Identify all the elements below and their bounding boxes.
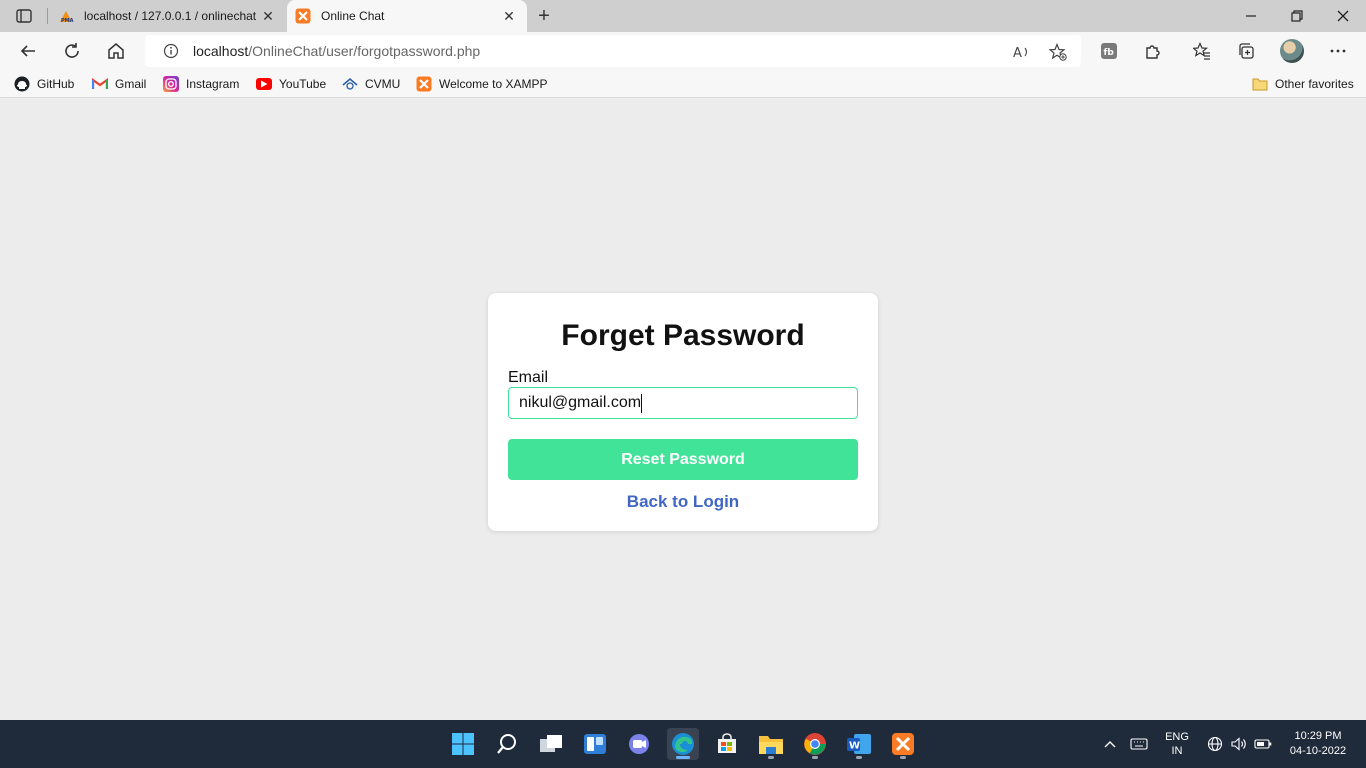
more-menu-icon[interactable] xyxy=(1326,39,1350,63)
new-tab-plus-icon[interactable]: + xyxy=(534,5,554,27)
tab-actions-icon[interactable] xyxy=(12,7,36,25)
refresh-icon[interactable] xyxy=(60,39,84,63)
svg-text:PMA: PMA xyxy=(61,18,74,23)
email-label: Email xyxy=(508,369,549,386)
favorites-icon[interactable] xyxy=(1190,39,1214,63)
bookmark-label: Instagram xyxy=(186,77,240,91)
cvmu-icon xyxy=(342,76,358,92)
github-icon xyxy=(14,76,30,92)
restore-icon[interactable] xyxy=(1274,0,1320,32)
page-content: Forget Password Email Reset Password Bac… xyxy=(0,98,1366,720)
teams-chat-icon[interactable] xyxy=(623,728,655,760)
running-indicator xyxy=(812,756,818,759)
instagram-icon xyxy=(163,76,179,92)
other-favorites[interactable]: Other favorites xyxy=(1252,75,1354,93)
gmail-icon xyxy=(92,76,108,92)
bookmark-youtube[interactable]: YouTube xyxy=(256,75,326,93)
edge-browser-icon[interactable] xyxy=(667,728,699,760)
youtube-icon xyxy=(256,78,272,90)
close-window-icon[interactable] xyxy=(1320,0,1366,32)
bookmarks-bar: GitHub Gmail Instagram YouTube CVMU Welc… xyxy=(0,70,1366,98)
bookmark-github[interactable]: GitHub xyxy=(14,75,74,93)
phpmyadmin-icon: PMA xyxy=(58,8,74,24)
clock-date: 04-10-2022 xyxy=(1289,745,1347,757)
read-aloud-icon[interactable]: A xyxy=(1013,43,1031,61)
xampp-icon xyxy=(416,76,432,92)
collections-icon[interactable] xyxy=(1234,39,1258,63)
email-field[interactable] xyxy=(508,387,858,419)
clock[interactable]: 10:29 PM 04-10-2022 xyxy=(1278,729,1358,759)
search-icon[interactable] xyxy=(491,728,523,760)
url-host: localhost xyxy=(193,43,249,59)
svg-text:fb: fb xyxy=(1104,48,1115,58)
text-caret xyxy=(641,394,642,413)
bookmark-label: Welcome to XAMPP xyxy=(439,77,548,91)
home-icon[interactable] xyxy=(104,39,128,63)
windows-taskbar: W ENG IN 10:29 PM 04-10-2022 xyxy=(0,720,1366,768)
chrome-icon[interactable] xyxy=(799,728,831,760)
tab-online-chat[interactable]: Online Chat ✕ xyxy=(287,0,527,32)
site-info-icon[interactable] xyxy=(163,43,179,59)
widgets-icon[interactable] xyxy=(579,728,611,760)
xampp-icon xyxy=(295,8,311,24)
bookmark-label: Other favorites xyxy=(1275,77,1354,91)
bookmark-cvmu[interactable]: CVMU xyxy=(342,75,400,93)
bookmark-xampp[interactable]: Welcome to XAMPP xyxy=(416,75,547,93)
show-hidden-icons-chevron-up-icon[interactable] xyxy=(1100,720,1120,768)
folder-icon xyxy=(1252,76,1268,92)
bookmark-instagram[interactable]: Instagram xyxy=(163,75,239,93)
tab-title: localhost / 127.0.0.1 / onlinechat xyxy=(84,9,257,23)
close-tab-icon[interactable]: ✕ xyxy=(260,8,276,24)
bookmark-label: YouTube xyxy=(279,77,327,91)
extension-fb-icon[interactable]: fb xyxy=(1097,39,1121,63)
file-explorer-icon[interactable] xyxy=(755,728,787,760)
battery-icon[interactable] xyxy=(1252,720,1274,768)
tab-title: Online Chat xyxy=(321,9,385,23)
start-windows-icon[interactable] xyxy=(447,728,479,760)
page-title: Forget Password xyxy=(561,319,805,352)
forgot-password-card: Forget Password Email Reset Password Bac… xyxy=(488,293,878,531)
add-favorite-icon[interactable] xyxy=(1049,43,1067,61)
running-indicator xyxy=(900,756,906,759)
language-indicator[interactable]: ENG IN xyxy=(1160,720,1194,768)
back-icon[interactable] xyxy=(16,39,40,63)
word-icon[interactable]: W xyxy=(843,728,875,760)
volume-icon[interactable] xyxy=(1228,720,1250,768)
bookmark-label: GitHub xyxy=(37,77,75,91)
clock-time: 10:29 PM xyxy=(1294,730,1342,742)
running-indicator xyxy=(856,756,862,759)
close-tab-icon[interactable]: ✕ xyxy=(501,8,517,24)
extensions-puzzle-icon[interactable] xyxy=(1141,39,1165,63)
bookmark-gmail[interactable]: Gmail xyxy=(92,75,146,93)
keyboard-icon[interactable] xyxy=(1128,720,1150,768)
reset-password-button[interactable]: Reset Password xyxy=(508,439,858,480)
network-globe-icon[interactable] xyxy=(1204,720,1226,768)
tab-separator xyxy=(47,8,48,24)
url-path: /OnlineChat/user/forgotpassword.php xyxy=(248,43,481,59)
svg-text:W: W xyxy=(849,741,860,752)
url-text[interactable]: localhost/OnlineChat/user/forgotpassword… xyxy=(193,43,480,59)
active-indicator xyxy=(676,756,690,759)
address-bar[interactable]: localhost/OnlineChat/user/forgotpassword… xyxy=(145,35,1081,67)
back-to-login-link[interactable]: Back to Login xyxy=(488,492,878,512)
running-indicator xyxy=(768,756,774,759)
profile-avatar[interactable] xyxy=(1280,39,1304,63)
bookmark-label: Gmail xyxy=(115,77,147,91)
language-code: ENG xyxy=(1165,731,1189,743)
tab-strip: PMA localhost / 127.0.0.1 / onlinechat ✕… xyxy=(0,0,1366,32)
task-view-icon[interactable] xyxy=(535,728,567,760)
region-code: IN xyxy=(1171,745,1183,757)
microsoft-store-icon[interactable] xyxy=(711,728,743,760)
minimize-icon[interactable] xyxy=(1228,0,1274,32)
svg-text:A: A xyxy=(1013,46,1022,60)
browser-toolbar: localhost/OnlineChat/user/forgotpassword… xyxy=(0,32,1366,70)
xampp-taskbar-icon[interactable] xyxy=(887,728,919,760)
bookmark-label: CVMU xyxy=(365,77,401,91)
tab-phpmyadmin[interactable]: PMA localhost / 127.0.0.1 / onlinechat ✕ xyxy=(50,0,286,32)
